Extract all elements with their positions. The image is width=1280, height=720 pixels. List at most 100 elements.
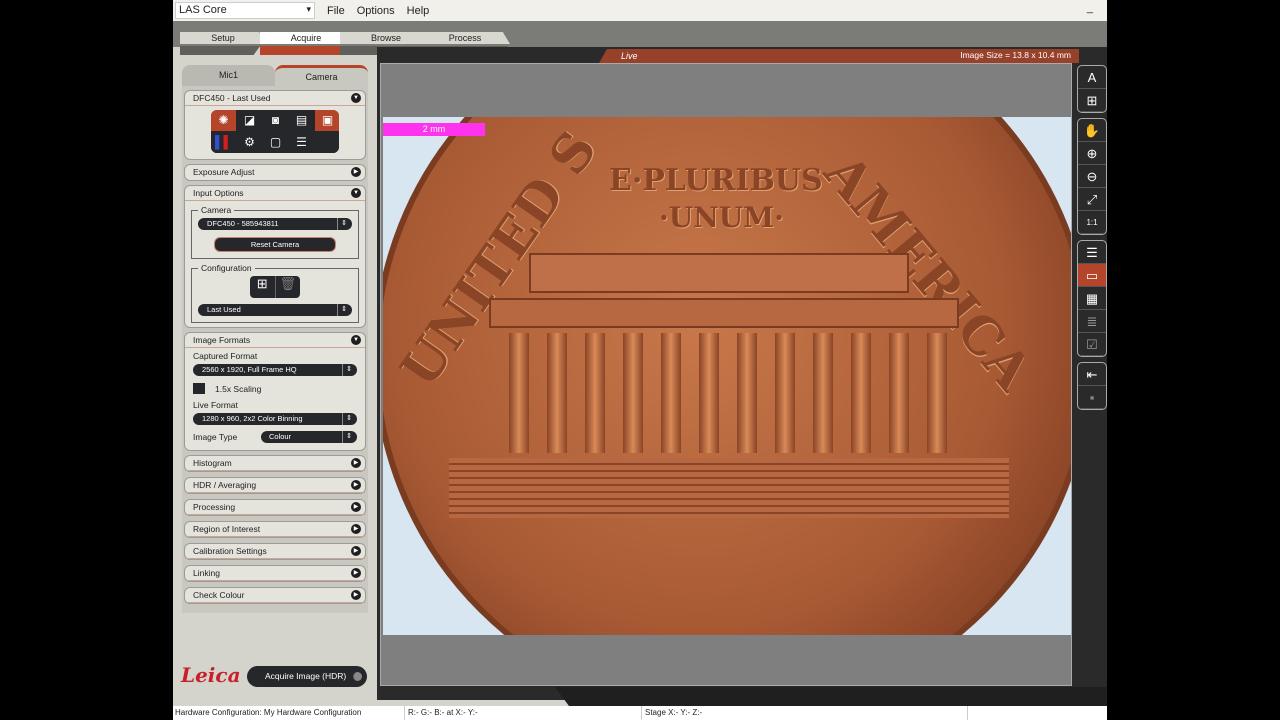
document-view-icon[interactable]: ☰ bbox=[1078, 241, 1106, 264]
import-icon[interactable]: ⇤ bbox=[1078, 363, 1106, 386]
expand-icon[interactable]: ▶ bbox=[351, 546, 361, 556]
annotation-icon[interactable]: A bbox=[1078, 66, 1106, 89]
column bbox=[851, 333, 871, 453]
captured-format-select[interactable]: 2560 x 1920, Full Frame HQ ⇕ bbox=[193, 364, 357, 376]
zoom-out-icon[interactable]: ⊖ bbox=[1078, 165, 1106, 188]
camera-select[interactable]: DFC450 - 585943811 ⇕ bbox=[198, 218, 352, 230]
app-selector[interactable]: LAS Core ▾ bbox=[175, 2, 315, 19]
menu-file[interactable]: File bbox=[327, 5, 345, 17]
collapse-icon[interactable]: ▼ bbox=[351, 93, 361, 103]
color-icon[interactable]: ▌▌ bbox=[211, 132, 236, 153]
live-format-select[interactable]: 1280 x 960, 2x2 Color Binning ⇕ bbox=[193, 413, 357, 425]
zoom-in-icon[interactable]: ⊕ bbox=[1078, 142, 1106, 165]
menu-bar: LAS Core ▾ File Options Help _ bbox=[173, 0, 1107, 21]
left-panel: Mic1 Camera DFC450 - Last Used ▼ ✺ ◪ ◙ ▤ … bbox=[182, 65, 368, 613]
camera-icon[interactable]: ◙ bbox=[263, 110, 288, 131]
tab-acquire[interactable]: Acquire bbox=[260, 32, 352, 44]
captured-format-value: 2560 x 1920, Full Frame HQ bbox=[202, 365, 297, 374]
live-image[interactable]: E·PLURIBUS ·UNUM· UNITED S AMERICA 2 mm bbox=[383, 117, 1071, 635]
column bbox=[661, 333, 681, 453]
updown-icon: ⇕ bbox=[342, 413, 352, 425]
list-view-icon[interactable]: ≣ bbox=[1078, 310, 1106, 333]
tab-setup[interactable]: Setup bbox=[180, 32, 266, 44]
settings-list-icon[interactable]: ☰ bbox=[289, 132, 314, 153]
section-linking[interactable]: Linking ▶ bbox=[184, 565, 366, 582]
configuration-group: Configuration ⊞ 🗑 Last Used ⇕ bbox=[191, 263, 359, 323]
image-type-label: Image Type bbox=[193, 432, 238, 442]
section-hdr-averaging[interactable]: HDR / Averaging ▶ bbox=[184, 477, 366, 494]
camera-settings-icon[interactable]: ▤ bbox=[289, 110, 314, 131]
viewer-footer bbox=[555, 687, 1107, 706]
scaling-label: 1.5x Scaling bbox=[215, 383, 262, 394]
tab-mic1[interactable]: Mic1 bbox=[182, 65, 275, 86]
new-config-icon[interactable]: ⊞ bbox=[250, 276, 276, 298]
minimize-button[interactable]: _ bbox=[1087, 2, 1093, 14]
exposure-adjust-section[interactable]: Exposure Adjust ▶ bbox=[184, 164, 366, 181]
acquire-label: Acquire Image (HDR) bbox=[265, 671, 347, 681]
right-toolbar: A ⊞ ✋ ⊕ ⊖ ⤢ 1:1 ☰ ▭ ▦ ≣ ☑ ⇤ ▪ bbox=[1077, 65, 1107, 415]
menu-options[interactable]: Options bbox=[357, 5, 395, 17]
section-calibration-settings[interactable]: Calibration Settings ▶ bbox=[184, 543, 366, 560]
column bbox=[699, 333, 719, 453]
camera-value: DFC450 - 585943811 bbox=[207, 219, 279, 228]
fit-window-icon[interactable]: ⤢ bbox=[1078, 188, 1106, 211]
menu-help[interactable]: Help bbox=[407, 5, 430, 17]
section-histogram[interactable]: Histogram ▶ bbox=[184, 455, 366, 472]
scale-bar: 2 mm bbox=[383, 123, 485, 136]
section-title: Region of Interest bbox=[193, 524, 261, 534]
aperture-icon[interactable]: ✺ bbox=[211, 110, 236, 131]
reset-camera-button[interactable]: Reset Camera bbox=[214, 237, 336, 252]
live-format-value: 1280 x 960, 2x2 Color Binning bbox=[202, 414, 303, 423]
pan-hand-icon[interactable]: ✋ bbox=[1078, 119, 1106, 142]
expand-icon[interactable]: ▶ bbox=[351, 502, 361, 512]
section-region-of-interest[interactable]: Region of Interest ▶ bbox=[184, 521, 366, 538]
configuration-select[interactable]: Last Used ⇕ bbox=[198, 304, 352, 316]
actual-size-icon[interactable]: 1:1 bbox=[1078, 211, 1106, 234]
expand-icon[interactable]: ▶ bbox=[351, 480, 361, 490]
expand-icon[interactable]: ▶ bbox=[351, 524, 361, 534]
column bbox=[927, 333, 947, 453]
single-view-icon[interactable]: ▭ bbox=[1078, 264, 1106, 287]
updown-icon: ⇕ bbox=[337, 218, 347, 230]
column bbox=[585, 333, 605, 453]
trash-icon[interactable]: 🗑 bbox=[276, 276, 301, 298]
expand-icon[interactable]: ▶ bbox=[351, 590, 361, 600]
status-bar: Hardware Configuration: My Hardware Conf… bbox=[173, 706, 1107, 720]
bottom-bar: Leica Acquire Image (HDR) bbox=[173, 655, 1107, 706]
column bbox=[775, 333, 795, 453]
acquire-image-button[interactable]: Acquire Image (HDR) bbox=[247, 666, 367, 687]
section-title: Linking bbox=[193, 568, 220, 578]
captured-format-label: Captured Format bbox=[193, 351, 258, 361]
column bbox=[889, 333, 909, 453]
tree-icon[interactable]: ⊞ bbox=[1078, 89, 1106, 112]
section-processing[interactable]: Processing ▶ bbox=[184, 499, 366, 516]
tab-camera[interactable]: Camera bbox=[275, 65, 368, 86]
scaling-checkbox[interactable] bbox=[193, 383, 205, 394]
tab-browse[interactable]: Browse bbox=[340, 32, 432, 44]
column bbox=[813, 333, 833, 453]
gears-icon[interactable]: ⚙ bbox=[237, 132, 262, 153]
image-type-select[interactable]: Colour ⇕ bbox=[261, 431, 357, 443]
section-title: Check Colour bbox=[193, 590, 245, 600]
collapse-icon[interactable]: ▼ bbox=[351, 335, 361, 345]
checklist-icon[interactable]: ☑ bbox=[1078, 333, 1106, 356]
tab-process[interactable]: Process bbox=[420, 32, 510, 44]
averaging-icon[interactable]: ▣ bbox=[315, 110, 339, 131]
expand-icon[interactable]: ▶ bbox=[351, 167, 361, 177]
camera-section: DFC450 - Last Used ▼ ✺ ◪ ◙ ▤ ▣ ▌▌ ⚙ ▢ ☰ bbox=[184, 90, 366, 160]
expand-icon[interactable]: ▶ bbox=[351, 568, 361, 578]
frame-icon[interactable]: ▢ bbox=[263, 132, 288, 153]
configuration-legend: Configuration bbox=[201, 263, 252, 273]
section-title: HDR / Averaging bbox=[193, 480, 257, 490]
las-core-window: LAS Core ▾ File Options Help _ Setup Acqu… bbox=[173, 0, 1107, 720]
grid-view-icon[interactable]: ▦ bbox=[1078, 287, 1106, 310]
section-check-colour[interactable]: Check Colour ▶ bbox=[184, 587, 366, 604]
chevron-down-icon: ▾ bbox=[306, 4, 311, 14]
brightness-icon[interactable]: ◪ bbox=[237, 110, 262, 131]
save-icon[interactable]: ▪ bbox=[1078, 386, 1106, 409]
section-title: Exposure Adjust bbox=[193, 167, 255, 177]
collapse-icon[interactable]: ▼ bbox=[351, 188, 361, 198]
expand-icon[interactable]: ▶ bbox=[351, 458, 361, 468]
image-viewer: Live Image Size = 13.8 x 10.4 mm E·PLURI… bbox=[377, 47, 1107, 700]
live-canvas[interactable]: E·PLURIBUS ·UNUM· UNITED S AMERICA 2 mm bbox=[380, 63, 1072, 686]
